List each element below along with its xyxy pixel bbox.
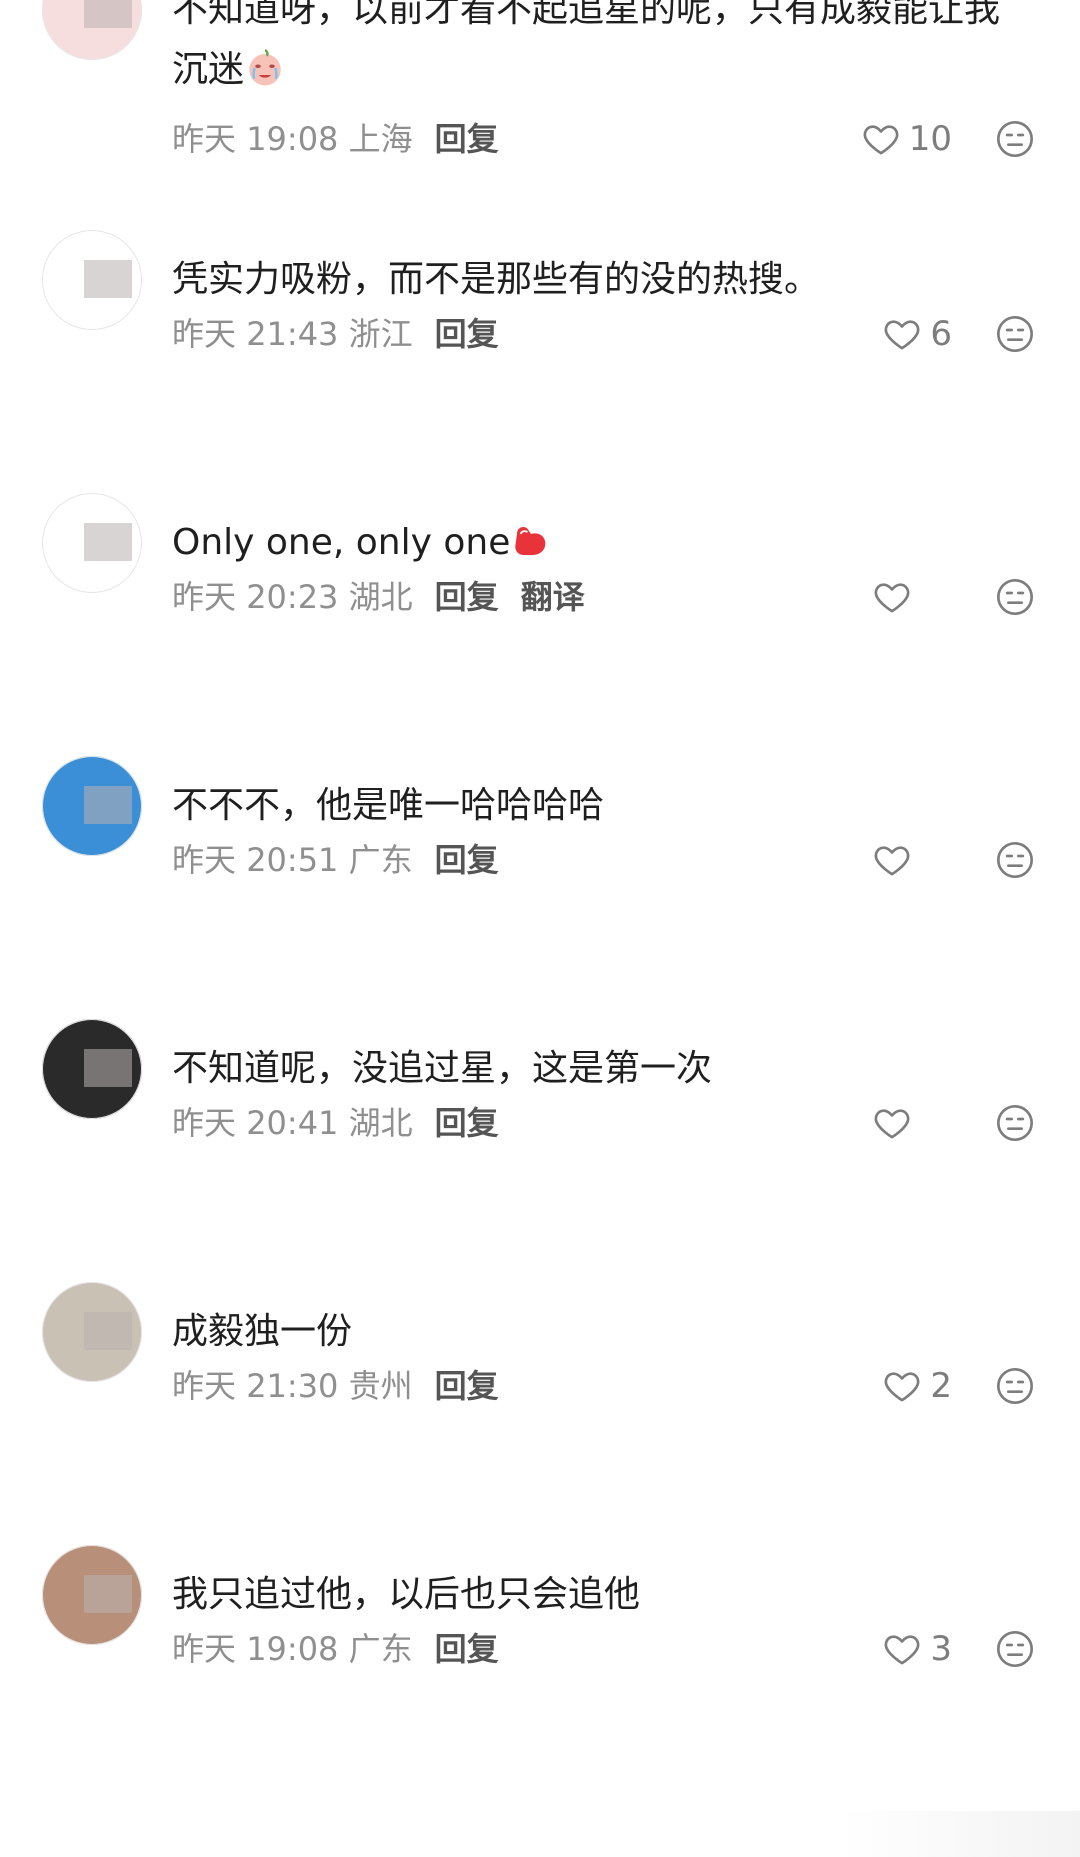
dislike-face-icon[interactable] [995, 577, 1035, 617]
comment-date: 昨天 [172, 578, 237, 616]
comment-date: 昨天 [172, 1630, 237, 1668]
dislike-face-icon[interactable] [995, 1103, 1035, 1143]
comment-text: Only one, only one [172, 513, 1032, 573]
heart-icon [882, 1366, 922, 1406]
avatar[interactable] [42, 493, 142, 593]
comment-date: 昨天 [172, 841, 237, 879]
comment-list: 不知道呀，以前才看不起追星的呢，只有成毅能让我沉迷 昨天 19:08 上海 回复 10… [0, 0, 1080, 1857]
comment-text: 我只追过他，以后也只会追他 [172, 1565, 1032, 1625]
like-count: 3 [930, 1629, 952, 1669]
translate-button[interactable]: 翻译 [521, 578, 585, 616]
like-button[interactable] [872, 1101, 920, 1145]
reply-button[interactable]: 回复 [435, 1630, 499, 1668]
like-button[interactable]: 2 [882, 1364, 952, 1408]
comment-time: 20:23 [246, 578, 339, 616]
comment-time: 21:43 [246, 315, 339, 353]
comment-location: 浙江 [348, 315, 413, 353]
comment-text: 凭实力吸粉，而不是那些有的没的热搜。 [172, 250, 1032, 310]
heart-icon [872, 577, 912, 617]
comment-time: 21:30 [246, 1367, 339, 1405]
dislike-face-icon[interactable] [995, 1629, 1035, 1669]
dislike-face-icon[interactable] [995, 314, 1035, 354]
reply-button[interactable]: 回复 [435, 578, 499, 616]
comment-item: 我只追过他，以后也只会追他 昨天 19:08 广东 回复 3 [0, 0, 1080, 1669]
avatar-mosaic [84, 786, 132, 824]
comment-text: 不知道呢，没追过星，这是第一次 [172, 1039, 1032, 1099]
dislike-face-icon[interactable] [995, 1366, 1035, 1406]
comment-meta: 昨天 19:08 广东 回复 [172, 1627, 499, 1671]
comment-meta: 昨天 20:41 湖北 回复 [172, 1101, 499, 1145]
reply-button[interactable]: 回复 [435, 841, 499, 879]
heart-icon [872, 840, 912, 880]
comment-meta: 昨天 20:51 广东 回复 [172, 838, 499, 882]
like-button[interactable] [872, 838, 920, 882]
avatar-mosaic [84, 1312, 132, 1350]
comment-text-content: 不不不，他是唯一哈哈哈哈 [172, 785, 605, 826]
like-button[interactable]: 3 [882, 1627, 952, 1671]
reply-button[interactable]: 回复 [435, 1104, 499, 1142]
like-button[interactable] [872, 575, 920, 619]
dislike-face-icon[interactable] [995, 840, 1035, 880]
comment-text-content: 我只追过他，以后也只会追他 [172, 1574, 641, 1615]
heart-icon [882, 1629, 922, 1669]
comment-text-content: 成毅独一份 [172, 1311, 353, 1352]
comment-text-content: Only one, only one [172, 522, 511, 563]
like-count: 2 [930, 1366, 952, 1406]
comment-date: 昨天 [172, 1367, 237, 1405]
bottom-fade [840, 1811, 1080, 1857]
comment-meta: 昨天 21:43 浙江 回复 [172, 312, 499, 356]
like-count: 6 [930, 314, 952, 354]
heart-icon [872, 1103, 912, 1143]
comment-text: 成毅独一份 [172, 1302, 1032, 1362]
comment-location: 广东 [348, 841, 413, 879]
comment-location: 湖北 [348, 1104, 413, 1142]
comment-location: 广东 [348, 1630, 413, 1668]
heart-icon [882, 314, 922, 354]
reply-button[interactable]: 回复 [435, 315, 499, 353]
avatar[interactable] [42, 756, 142, 856]
reply-button[interactable]: 回复 [435, 1367, 499, 1405]
comment-date: 昨天 [172, 315, 237, 353]
flexed-biceps-icon [510, 520, 552, 562]
comment-date: 昨天 [172, 1104, 237, 1142]
comment-time: 19:08 [246, 1630, 339, 1668]
comment-text: 不不不，他是唯一哈哈哈哈 [172, 776, 1032, 836]
comment-meta: 昨天 20:23 湖北 回复 翻译 [172, 575, 585, 619]
avatar[interactable] [42, 1282, 142, 1382]
avatar-mosaic [84, 523, 132, 561]
avatar-mosaic [84, 1575, 132, 1613]
comment-meta: 昨天 21:30 贵州 回复 [172, 1364, 499, 1408]
like-button[interactable]: 6 [882, 312, 952, 356]
comment-time: 20:51 [246, 841, 339, 879]
comment-text-content: 不知道呢，没追过星，这是第一次 [172, 1048, 713, 1089]
avatar-mosaic [84, 260, 132, 298]
comment-text-content: 凭实力吸粉，而不是那些有的没的热搜。 [172, 259, 821, 300]
comment-location: 贵州 [348, 1367, 413, 1405]
avatar[interactable] [42, 1545, 142, 1645]
comment-time: 20:41 [246, 1104, 339, 1142]
avatar-mosaic [84, 1049, 132, 1087]
comment-location: 湖北 [348, 578, 413, 616]
avatar[interactable] [42, 1019, 142, 1119]
